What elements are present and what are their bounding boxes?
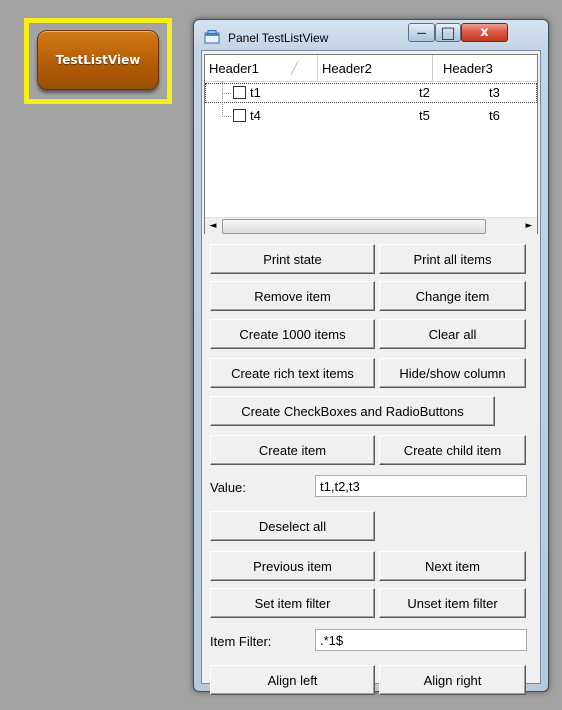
item-col1: t4 xyxy=(250,108,261,123)
testlistview-launcher-button[interactable]: TestListView xyxy=(37,30,159,90)
header-2-label: Header2 xyxy=(322,61,372,76)
title-bar[interactable]: Panel TestListView ‒ □ x xyxy=(194,20,548,50)
unset-item-filter-button[interactable]: Unset item filter xyxy=(379,588,526,618)
value-label: Value: xyxy=(210,480,246,495)
list-view[interactable]: Header1 ╱ Header2 Header3 t1 t2 t3 t4 t5… xyxy=(204,54,538,234)
header-3-label: Header3 xyxy=(443,61,493,76)
create-child-item-button[interactable]: Create child item xyxy=(379,435,526,465)
close-icon: x xyxy=(480,25,489,40)
scroll-right-icon[interactable]: ► xyxy=(521,218,537,234)
scroll-left-icon[interactable]: ◄ xyxy=(205,218,221,234)
hide-show-column-button[interactable]: Hide/show column xyxy=(379,358,526,388)
item-col3: t6 xyxy=(489,108,500,123)
previous-item-button[interactable]: Previous item xyxy=(210,551,375,581)
create-checkboxes-radiobuttons-button[interactable]: Create CheckBoxes and RadioButtons xyxy=(210,396,495,426)
item-checkbox[interactable] xyxy=(233,86,246,99)
list-header: Header1 ╱ Header2 Header3 xyxy=(205,55,537,82)
print-all-items-button[interactable]: Print all items xyxy=(379,244,526,274)
create-item-button[interactable]: Create item xyxy=(210,435,375,465)
minimize-icon: ‒ xyxy=(416,23,427,42)
header-column-2[interactable]: Header2 xyxy=(318,55,433,81)
list-item[interactable]: t4 t5 t6 xyxy=(205,106,537,126)
header-1-label: Header1 xyxy=(209,61,259,76)
launcher-highlight: TestListView xyxy=(24,18,172,104)
horizontal-scrollbar[interactable]: ◄ ► xyxy=(205,217,537,234)
item-col1: t1 xyxy=(250,85,261,100)
window-title: Panel TestListView xyxy=(228,31,329,45)
create-rich-text-items-button[interactable]: Create rich text items xyxy=(210,358,375,388)
header-column-1[interactable]: Header1 ╱ xyxy=(205,55,318,81)
sort-indicator-icon: ╱ xyxy=(291,61,299,75)
item-filter-label: Item Filter: xyxy=(210,634,272,649)
scroll-thumb[interactable] xyxy=(222,219,486,234)
change-item-button[interactable]: Change item xyxy=(379,281,526,311)
item-col2: t5 xyxy=(419,108,430,123)
close-button[interactable]: x xyxy=(461,23,508,42)
item-checkbox[interactable] xyxy=(233,109,246,122)
clear-all-button[interactable]: Clear all xyxy=(379,319,526,349)
maximize-icon: □ xyxy=(440,23,456,42)
header-column-3[interactable]: Header3 xyxy=(433,55,537,81)
item-filter-input[interactable]: .*1$ xyxy=(315,629,527,651)
create-1000-items-button[interactable]: Create 1000 items xyxy=(210,319,375,349)
list-item[interactable]: t1 t2 t3 xyxy=(205,83,537,103)
window-icon xyxy=(204,30,220,44)
maximize-button[interactable]: □ xyxy=(435,23,461,42)
align-left-button[interactable]: Align left xyxy=(210,665,375,695)
value-input[interactable]: t1,t2,t3 xyxy=(315,475,527,497)
remove-item-button[interactable]: Remove item xyxy=(210,281,375,311)
item-col2: t2 xyxy=(419,85,430,100)
next-item-button[interactable]: Next item xyxy=(379,551,526,581)
panel-client: Header1 ╱ Header2 Header3 t1 t2 t3 t4 t5… xyxy=(201,50,541,695)
panel-window: Panel TestListView ‒ □ x Header1 ╱ Heade… xyxy=(193,19,549,695)
deselect-all-button[interactable]: Deselect all xyxy=(210,511,375,541)
minimize-button[interactable]: ‒ xyxy=(408,23,435,42)
item-col3: t3 xyxy=(489,85,500,100)
print-state-button[interactable]: Print state xyxy=(210,244,375,274)
align-right-button[interactable]: Align right xyxy=(379,665,526,695)
set-item-filter-button[interactable]: Set item filter xyxy=(210,588,375,618)
